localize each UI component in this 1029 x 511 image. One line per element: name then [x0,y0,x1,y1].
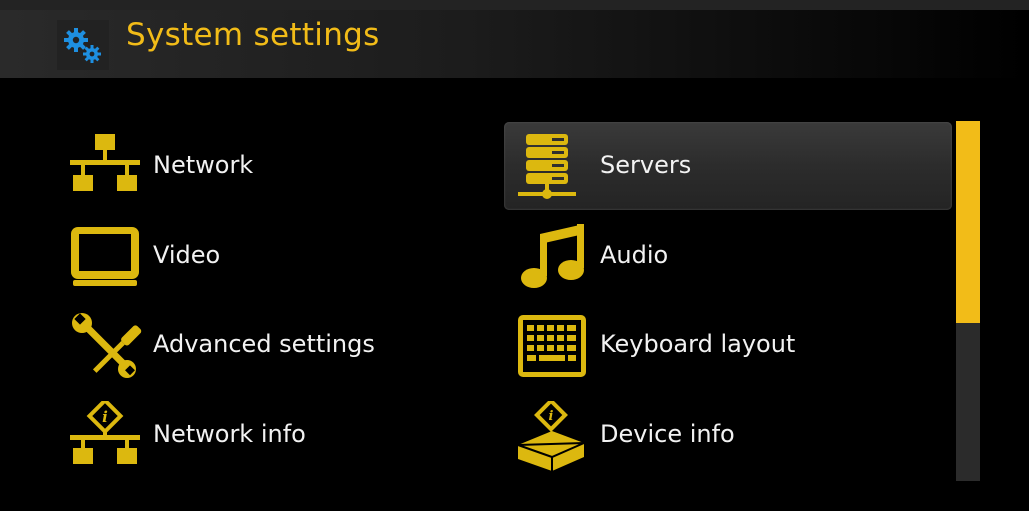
keyboard-icon [512,311,592,381]
svg-text:i: i [102,408,108,426]
menu-item-keyboard-layout[interactable]: Keyboard layout [504,301,952,389]
svg-text:i: i [549,409,554,424]
device-info-icon: i [512,398,592,471]
network-icon [65,132,145,202]
menu-item-label: Network [153,151,254,179]
menu-item-label: Device info [600,420,735,448]
menu-item-servers[interactable]: Servers [504,122,952,210]
network-info-icon: i [65,397,145,471]
page-title: System settings [126,17,380,53]
menu-item-audio[interactable]: Audio [504,212,952,300]
top-strip [0,0,1029,10]
menu-item-label: Advanced settings [153,330,375,358]
menu-item-video[interactable]: Video [57,212,505,300]
menu-item-label: Video [153,241,221,269]
menu-item-network[interactable]: Network [57,122,505,210]
tools-icon [65,311,145,381]
menu-item-network-info[interactable]: i Network info [57,391,505,479]
scrollbar-thumb[interactable] [956,121,980,323]
music-note-icon [512,222,592,292]
gears-icon [57,20,109,70]
menu-item-advanced-settings[interactable]: Advanced settings [57,301,505,389]
video-icon [65,222,145,292]
menu-item-label: Keyboard layout [600,330,796,358]
page-header: System settings [0,10,1029,78]
menu-item-label: Network info [153,420,306,448]
servers-icon [512,132,592,202]
menu-item-label: Servers [600,151,692,179]
menu-item-device-info[interactable]: i Device info [504,391,952,479]
scrollbar[interactable] [956,121,980,481]
menu-item-label: Audio [600,241,669,269]
